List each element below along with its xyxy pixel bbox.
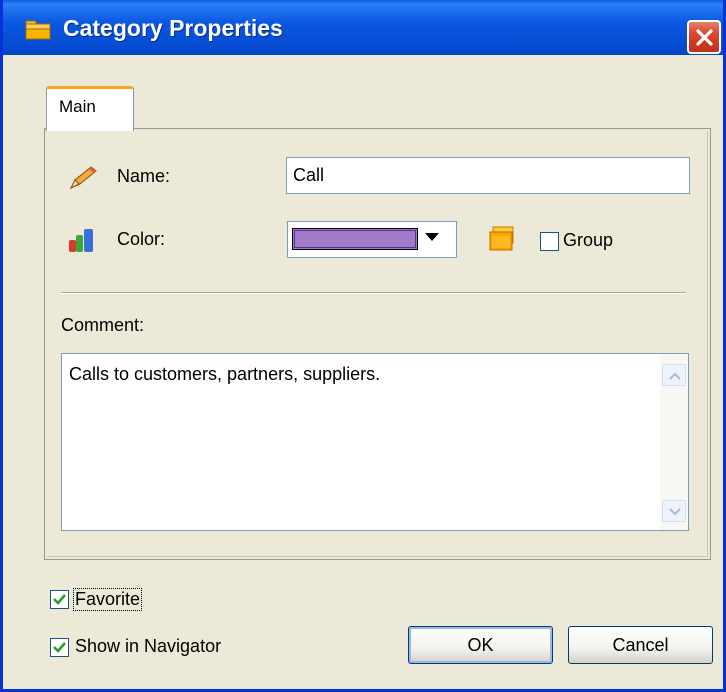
comment-textarea[interactable]: Calls to customers, partners, suppliers.	[61, 353, 689, 531]
group-checkbox[interactable]	[540, 232, 559, 251]
category-properties-dialog: Category Properties Main Name: Call Colo…	[0, 0, 726, 692]
color-bars-icon	[69, 229, 93, 252]
pencil-icon	[69, 166, 97, 190]
name-label: Name:	[117, 166, 171, 186]
favorite-checkbox[interactable]	[50, 590, 69, 609]
show-in-navigator-checkbox[interactable]	[50, 638, 69, 657]
chevron-down-icon[interactable]	[424, 231, 440, 243]
window-title: Category Properties	[63, 15, 283, 41]
folder-icon[interactable]	[489, 226, 515, 252]
chevron-up-icon	[669, 372, 681, 380]
scroll-down-button[interactable]	[662, 500, 686, 522]
color-label: Color:	[117, 229, 166, 249]
close-button[interactable]	[687, 20, 721, 54]
cancel-button[interactable]: Cancel	[568, 626, 713, 664]
chevron-down-icon	[669, 508, 681, 516]
show-in-navigator-label: Show in Navigator	[75, 636, 222, 656]
ok-button[interactable]: OK	[408, 626, 553, 664]
checkmark-icon	[53, 594, 66, 605]
close-icon	[696, 29, 713, 46]
name-field[interactable]: Call	[286, 157, 690, 194]
color-swatch	[292, 228, 418, 250]
title-bar[interactable]: Category Properties	[3, 0, 723, 55]
comment-scrollbar[interactable]	[660, 354, 688, 530]
tab-main[interactable]: Main	[46, 86, 134, 131]
divider	[61, 292, 686, 294]
comment-text: Calls to customers, partners, suppliers.	[69, 364, 381, 384]
tab-main-label: Main	[59, 97, 96, 116]
comment-label: Comment:	[61, 315, 145, 335]
group-label: Group	[563, 230, 614, 250]
scroll-up-button[interactable]	[662, 364, 686, 386]
folder-icon	[25, 20, 51, 40]
checkmark-icon	[53, 642, 66, 653]
color-select[interactable]	[287, 221, 457, 258]
favorite-label: Favorite	[73, 588, 143, 611]
